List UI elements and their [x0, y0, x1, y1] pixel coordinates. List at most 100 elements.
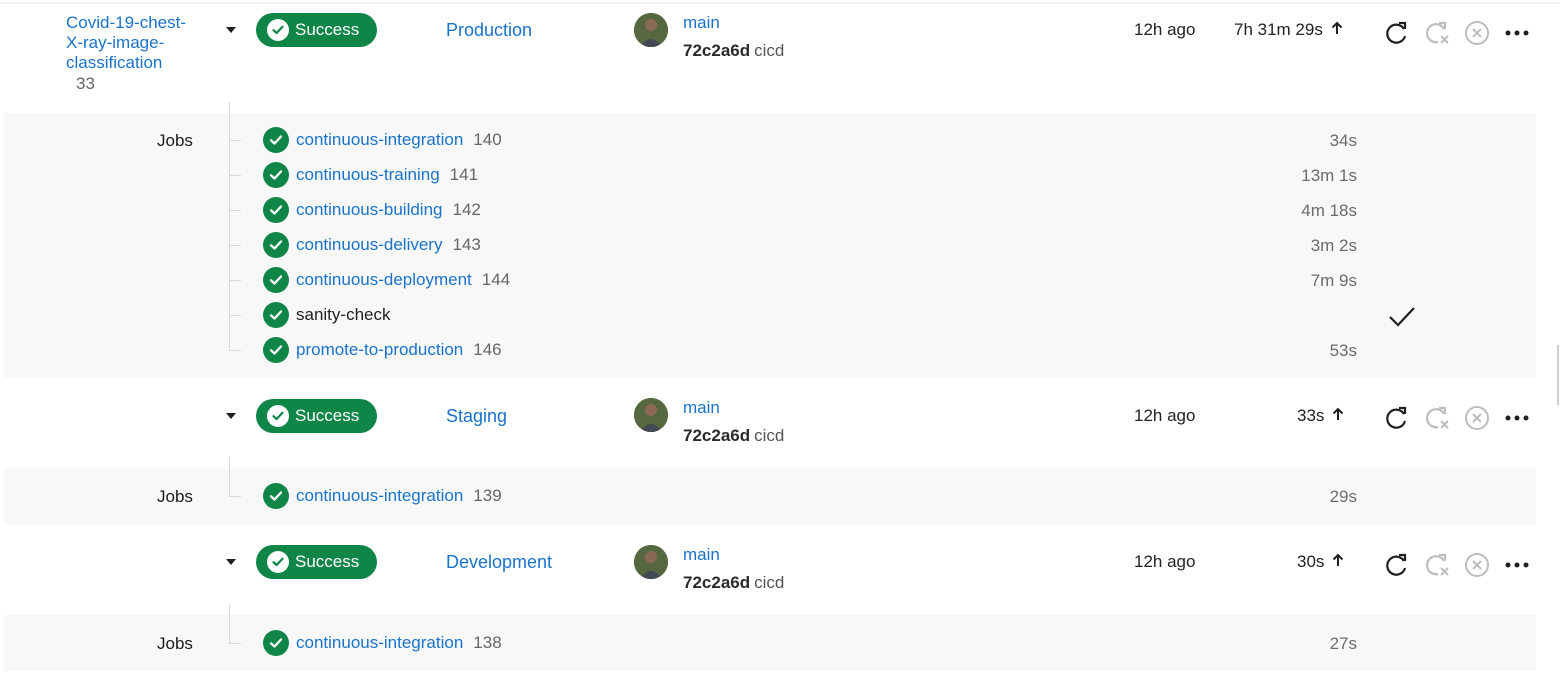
job-row: continuous-deployment 144 — [263, 267, 510, 293]
retry-icon — [1386, 406, 1407, 429]
job-row: continuous-training 141 — [263, 162, 478, 188]
status-label: Success — [295, 552, 360, 571]
tree-branch — [230, 315, 241, 316]
status-badge-development[interactable]: Success — [256, 545, 377, 579]
check-circle-icon — [267, 19, 289, 41]
job-name: sanity-check — [296, 305, 391, 324]
commit-tag: cicd — [754, 426, 785, 445]
job-duration: 53s — [1329, 341, 1357, 360]
avatar[interactable] — [634, 398, 668, 432]
tree-line — [229, 457, 230, 497]
job-id: 142 — [452, 200, 481, 219]
retry-button[interactable] — [1384, 20, 1410, 51]
project-name-link[interactable]: Covid-19-chest- X-ray-image- classificat… — [66, 13, 216, 73]
pipeline-duration: 30s — [1297, 552, 1344, 572]
arrow-up-icon — [1332, 552, 1344, 572]
check-circle-icon[interactable] — [263, 267, 289, 293]
rollback-button[interactable] — [1424, 20, 1452, 51]
duration-value: 30s — [1297, 552, 1325, 571]
more-actions-button[interactable] — [1504, 552, 1530, 583]
avatar[interactable] — [634, 13, 668, 47]
check-circle-icon[interactable] — [263, 302, 289, 328]
more-icon — [1505, 415, 1529, 421]
jobs-label: Jobs — [157, 131, 193, 150]
commit-sha-link[interactable]: 72c2a6d — [683, 41, 750, 60]
job-row: continuous-building 142 — [263, 197, 481, 223]
chevron-down-icon — [226, 413, 236, 419]
job-id: 139 — [473, 486, 502, 505]
check-circle-icon — [267, 405, 289, 427]
commit-tag: cicd — [754, 41, 785, 60]
check-circle-icon[interactable] — [263, 630, 289, 656]
created-time: 12h ago — [1134, 552, 1196, 571]
job-id: 146 — [473, 340, 502, 359]
commit-ref: 72c2a6d cicd — [683, 426, 784, 446]
job-duration: 3m 2s — [1310, 236, 1357, 255]
retry-button[interactable] — [1384, 552, 1410, 583]
chevron-down-icon — [226, 559, 236, 565]
expand-toggle-staging[interactable] — [226, 413, 236, 419]
branch-link[interactable]: main — [683, 398, 720, 418]
cancel-button[interactable] — [1464, 552, 1490, 583]
more-actions-button[interactable] — [1504, 20, 1530, 51]
job-id: 141 — [449, 165, 479, 184]
checkmark-icon — [1389, 307, 1415, 327]
avatar[interactable] — [634, 545, 668, 579]
arrow-up-icon — [1332, 406, 1344, 426]
branch-link[interactable]: main — [683, 13, 720, 33]
check-circle-icon[interactable] — [263, 483, 289, 509]
tree-line — [229, 604, 230, 644]
rollback-icon — [1426, 21, 1449, 44]
commit-sha-link[interactable]: 72c2a6d — [683, 573, 750, 592]
arrow-up-icon — [1331, 20, 1343, 40]
rollback-icon — [1426, 406, 1449, 429]
top-divider — [0, 2, 1560, 4]
more-actions-button[interactable] — [1504, 405, 1530, 436]
environment-link-development[interactable]: Development — [446, 552, 552, 573]
job-row: sanity-check — [263, 302, 390, 328]
tree-branch — [230, 210, 241, 211]
more-icon — [1505, 562, 1529, 568]
created-time: 12h ago — [1134, 20, 1196, 39]
manual-job-approve[interactable] — [1388, 305, 1416, 334]
job-name-link[interactable]: continuous-integration — [296, 633, 463, 653]
rollback-icon — [1426, 553, 1449, 576]
check-circle-icon[interactable] — [263, 162, 289, 188]
tree-branch — [230, 496, 241, 497]
job-name-link[interactable]: continuous-training — [296, 165, 440, 185]
duration-value: 33s — [1297, 406, 1325, 425]
job-name-link[interactable]: continuous-integration — [296, 130, 463, 150]
scrollbar[interactable] — [1557, 345, 1559, 405]
status-badge-production[interactable]: Success — [256, 13, 377, 47]
rollback-button[interactable] — [1424, 552, 1452, 583]
project-name-line-3: classification — [66, 53, 163, 72]
branch-link[interactable]: main — [683, 545, 720, 565]
check-circle-icon[interactable] — [263, 127, 289, 153]
rollback-button[interactable] — [1424, 405, 1452, 436]
check-circle-icon[interactable] — [263, 197, 289, 223]
job-name-link[interactable]: continuous-integration — [296, 486, 463, 506]
environment-link-staging[interactable]: Staging — [446, 406, 507, 427]
job-name-link[interactable]: promote-to-production — [296, 340, 463, 360]
job-duration: 29s — [1329, 487, 1357, 506]
retry-button[interactable] — [1384, 405, 1410, 436]
status-label: Success — [295, 406, 360, 425]
cancel-button[interactable] — [1464, 405, 1490, 436]
cancel-button[interactable] — [1464, 20, 1490, 51]
job-name-link[interactable]: continuous-deployment — [296, 270, 472, 290]
environment-link-production[interactable]: Production — [446, 20, 532, 41]
job-name-link[interactable]: continuous-building — [296, 200, 443, 220]
expand-toggle-production[interactable] — [226, 27, 236, 33]
pipeline-duration: 33s — [1297, 406, 1344, 426]
check-circle-icon[interactable] — [263, 337, 289, 363]
job-duration: 34s — [1329, 131, 1357, 150]
job-name-link[interactable]: continuous-delivery — [296, 235, 442, 255]
cancel-icon — [1465, 406, 1489, 430]
check-circle-icon[interactable] — [263, 232, 289, 258]
commit-sha-link[interactable]: 72c2a6d — [683, 426, 750, 445]
cancel-icon — [1465, 553, 1489, 577]
status-badge-staging[interactable]: Success — [256, 399, 377, 433]
job-row: promote-to-production 146 — [263, 337, 502, 363]
expand-toggle-development[interactable] — [226, 559, 236, 565]
more-icon — [1505, 30, 1529, 36]
